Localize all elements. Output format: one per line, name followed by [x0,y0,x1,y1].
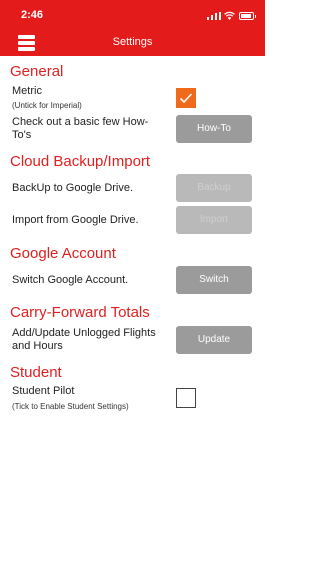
cellular-signal-icon [207,12,221,20]
backup-label: BackUp to Google Drive. [12,182,134,194]
section-carry-forward: Carry-Forward Totals [10,304,150,321]
metric-label: Metric [12,85,42,97]
metric-sublabel: (Untick for Imperial) [12,101,82,110]
howto-label: Check out a basic few How-To's [12,116,149,141]
section-google-account: Google Account [10,245,116,262]
update-button[interactable]: Update [176,326,252,354]
update-totals-label: Add/Update Unlogged Flights and Hours [12,327,156,352]
wifi-icon [224,11,235,20]
checkmark-icon [179,93,193,104]
student-pilot-checkbox[interactable] [176,388,196,408]
import-label: Import from Google Drive. [12,214,139,226]
switch-account-button[interactable]: Switch [176,266,252,294]
nav-bar: Settings [0,30,265,56]
switch-account-label: Switch Google Account. [12,274,129,286]
section-cloud-backup: Cloud Backup/Import [10,153,151,170]
status-bar: 2:46 [0,0,265,30]
backup-button[interactable]: Backup [176,174,252,202]
howto-button[interactable]: How-To [176,115,252,143]
status-time: 2:46 [21,9,44,21]
section-general: General [10,63,64,80]
student-pilot-sublabel: (Tick to Enable Student Settings) [12,402,129,411]
battery-icon [239,12,256,20]
student-pilot-label: Student Pilot [12,385,75,397]
section-student: Student [10,364,62,381]
page-title: Settings [112,36,153,48]
import-button[interactable]: Import [176,206,252,234]
metric-checkbox[interactable] [176,88,196,108]
